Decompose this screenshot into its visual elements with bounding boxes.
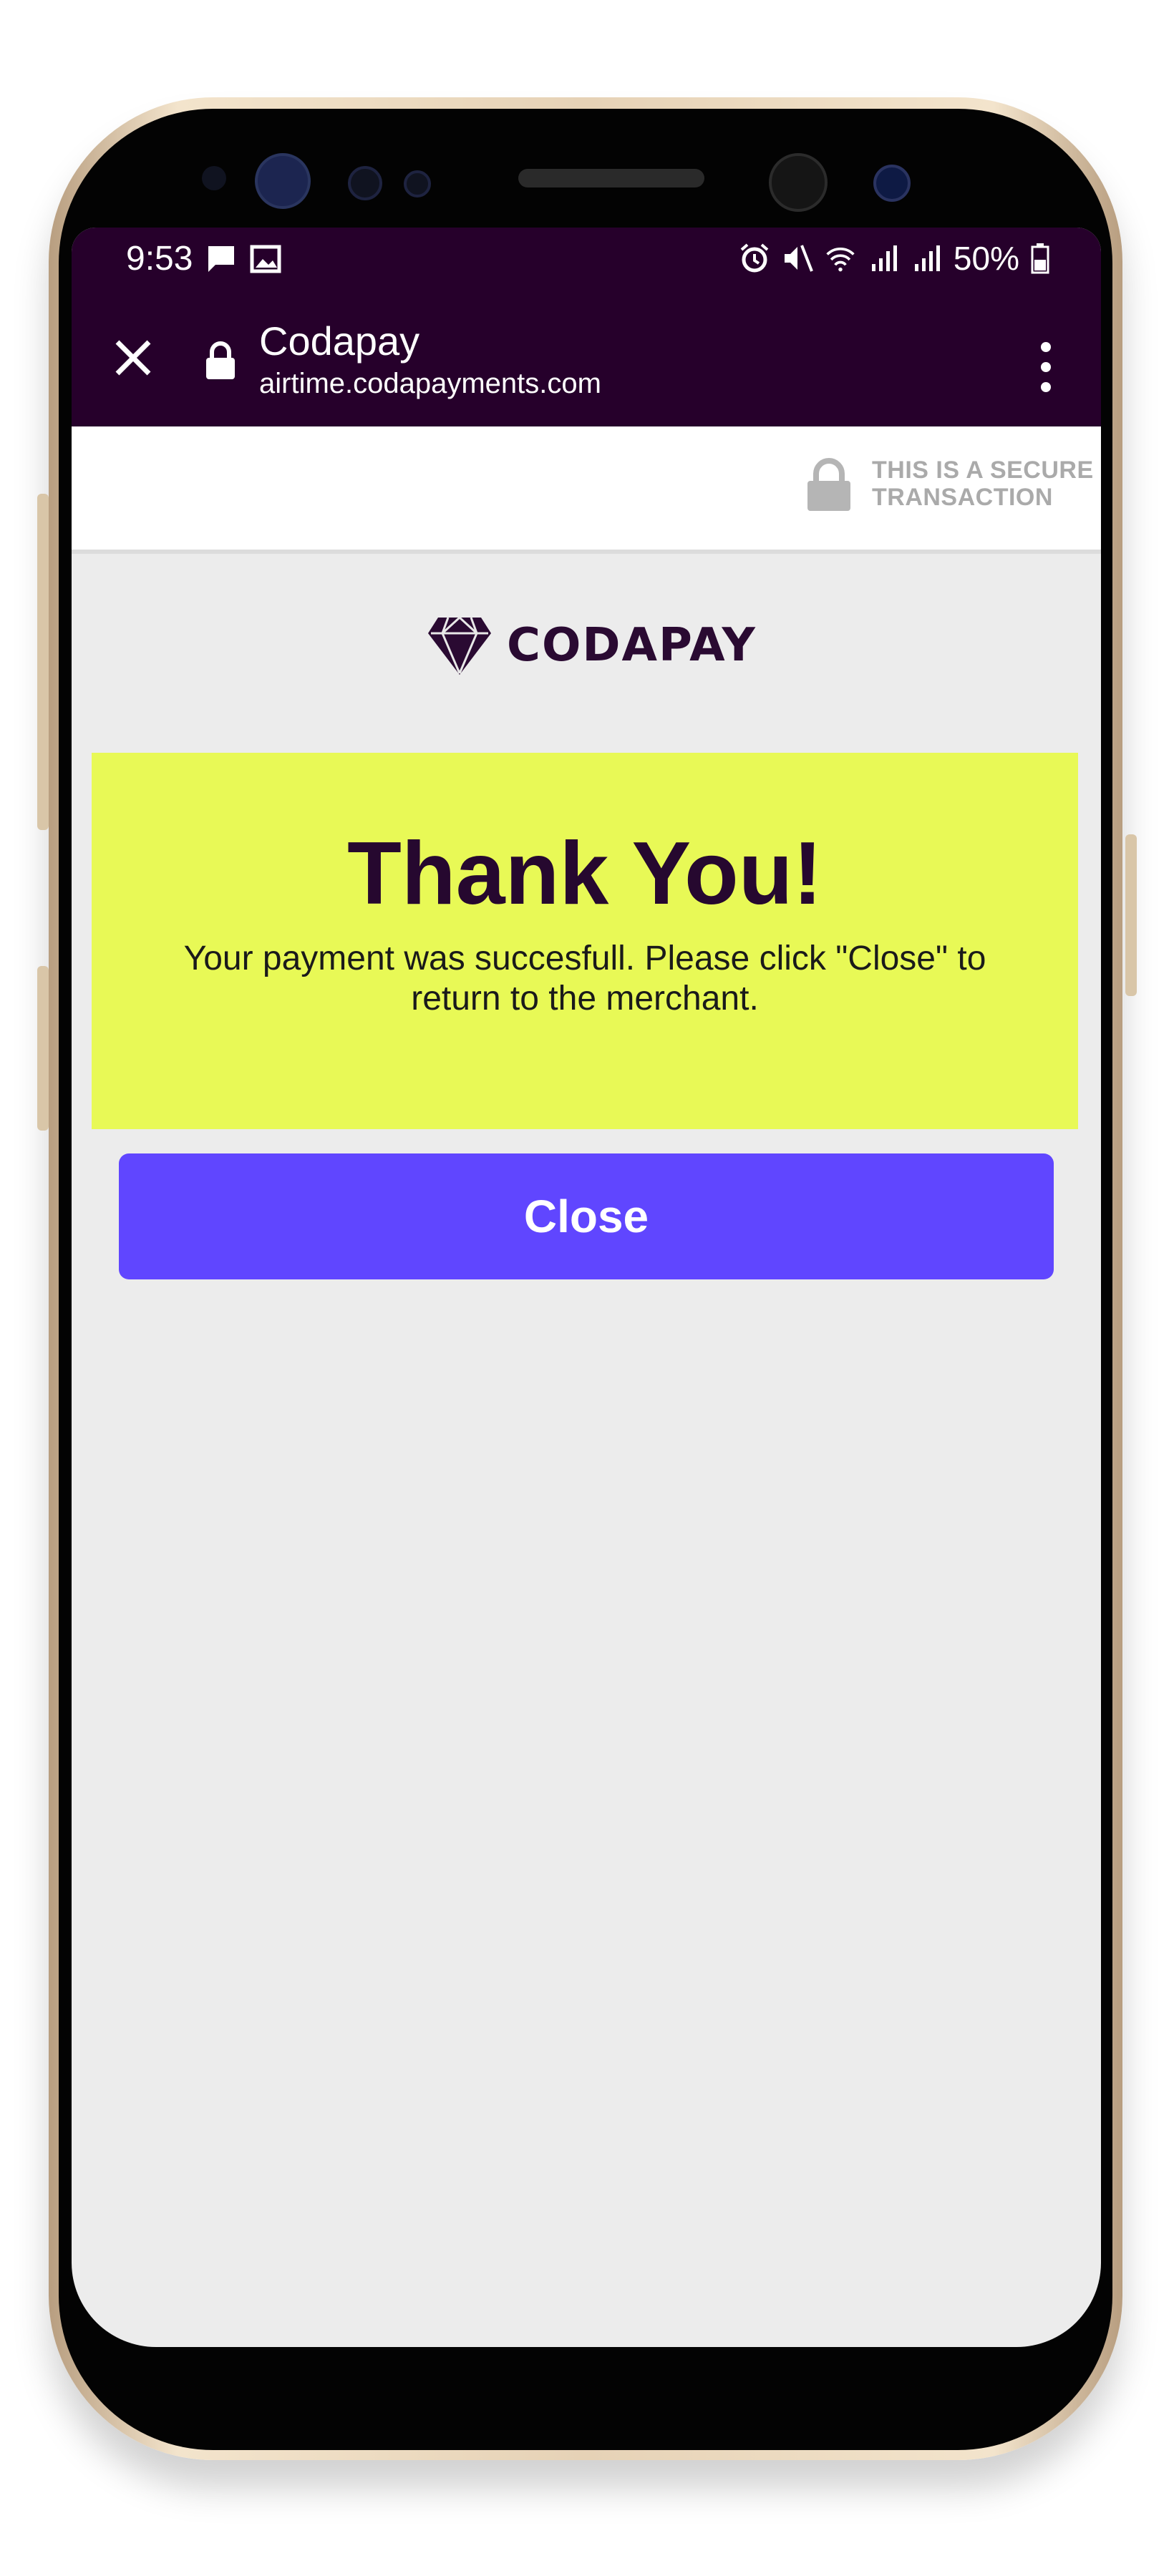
wifi-icon — [825, 243, 856, 274]
status-left: 9:53 — [126, 239, 281, 278]
screen: 9:53 50% Codapay airtime.codapayments.co… — [72, 228, 1101, 2347]
alarm-icon — [739, 243, 770, 274]
message-icon — [205, 243, 237, 275]
lock-icon — [806, 458, 852, 512]
camera-sensor — [873, 165, 911, 202]
status-right: 50% — [739, 239, 1049, 278]
thank-you-banner: Thank You! Your payment was succesfull. … — [92, 753, 1078, 1129]
signal-icon — [911, 243, 942, 274]
image-icon — [250, 243, 281, 275]
diamond-icon — [428, 615, 491, 675]
secure-transaction-label: THIS IS A SECURE TRANSACTION — [872, 457, 1094, 511]
mute-icon — [782, 243, 813, 274]
sensor-dot — [348, 166, 382, 200]
sensor-dot — [404, 170, 431, 197]
lock-icon — [205, 341, 236, 381]
close-tab-button[interactable] — [103, 328, 163, 388]
bixby-button — [37, 494, 49, 830]
browser-header: 9:53 50% Codapay airtime.codapayments.co… — [72, 228, 1101, 426]
battery-percent: 50% — [953, 240, 1019, 277]
site-title: Codapay — [259, 318, 420, 364]
codapay-logo: CODAPAY — [427, 610, 757, 681]
status-time: 9:53 — [126, 240, 193, 278]
site-url[interactable]: airtime.codapayments.com — [259, 368, 601, 400]
thank-you-heading: Thank You! — [347, 824, 823, 923]
proximity-sensor — [202, 166, 226, 190]
secure-line-2: TRANSACTION — [872, 484, 1053, 511]
iris-scanner — [255, 153, 311, 209]
signal-icon — [868, 243, 899, 274]
logo-wordmark: CODAPAY — [507, 619, 757, 672]
secure-line-1: THIS IS A SECURE — [872, 457, 1094, 484]
front-camera — [769, 153, 828, 212]
close-button[interactable]: Close — [119, 1153, 1054, 1279]
earpiece-speaker — [518, 169, 704, 187]
more-vert-icon[interactable] — [1028, 335, 1064, 399]
power-button — [1125, 834, 1137, 996]
close-icon — [115, 340, 151, 376]
payment-success-message: Your payment was succesfull. Please clic… — [183, 940, 986, 1018]
battery-icon — [1031, 243, 1049, 274]
volume-button — [37, 966, 49, 1131]
